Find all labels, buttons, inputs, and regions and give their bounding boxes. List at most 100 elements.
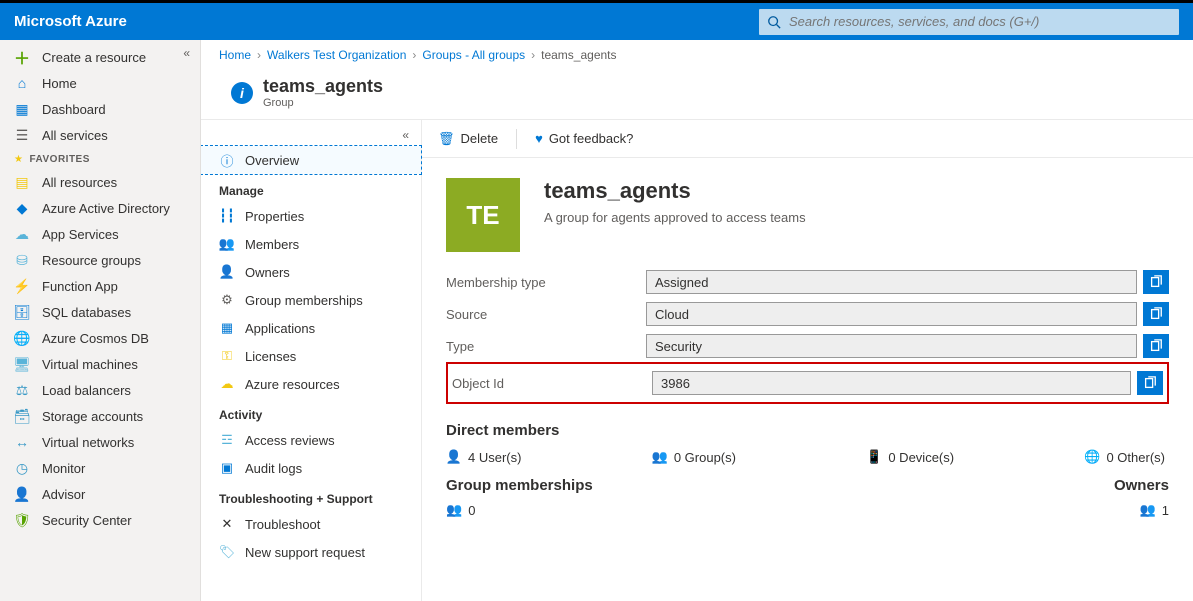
nav-resource-groups[interactable]: ⛁ Resource groups [0, 247, 200, 273]
menu-audit-logs[interactable]: ▣Audit logs [201, 454, 421, 482]
cosmos-icon: 🌐 [14, 330, 30, 346]
support-icon: 🏷 [219, 544, 235, 560]
menu-label: Members [245, 237, 299, 252]
stat-devices[interactable]: 📱0 Device(s) [866, 449, 954, 465]
cloud-icon: ☁ [219, 376, 235, 392]
crumb-org[interactable]: Walkers Test Organization [267, 48, 406, 62]
breadcrumb: Home› Walkers Test Organization› Groups … [201, 40, 1193, 70]
menu-label: Applications [245, 321, 315, 336]
collapse-left-nav[interactable]: « [183, 46, 190, 60]
copy-icon [1149, 307, 1163, 321]
delete-button[interactable]: 🗑Delete [438, 131, 498, 147]
copy-icon [1149, 339, 1163, 353]
cmd-label: Got feedback? [549, 131, 634, 146]
copy-button[interactable] [1143, 302, 1169, 326]
global-search[interactable] [759, 9, 1179, 35]
nav-vm[interactable]: 🖥Virtual machines [0, 351, 200, 377]
nav-storage[interactable]: 🗃 Storage accounts [0, 403, 200, 429]
aad-icon: ◆ [14, 200, 30, 216]
nav-label: Load balancers [42, 383, 131, 398]
user-icon: 👤 [446, 449, 462, 465]
nav-security[interactable]: 🛡Security Center [0, 507, 200, 533]
block-header: Group memberships [446, 477, 593, 494]
menu-group-memberships[interactable]: ⚙Group memberships [201, 286, 421, 314]
menu-label: Licenses [245, 349, 296, 364]
owners-block: Owners 👥1 [1114, 477, 1169, 518]
log-icon: ▣ [219, 460, 235, 476]
nav-function-app[interactable]: ⚡Function App [0, 273, 200, 299]
menu-owners[interactable]: 👤Owners [201, 258, 421, 286]
menu-label: Owners [245, 265, 290, 280]
search-input[interactable] [789, 14, 1171, 29]
storage-icon: 🗃 [14, 408, 30, 424]
nav-all-services[interactable]: ☰ All services [0, 122, 200, 148]
prop-row-membership: Membership type Assigned [446, 266, 1169, 298]
copy-button[interactable] [1143, 270, 1169, 294]
menu-licenses[interactable]: ⚿Licenses [201, 342, 421, 370]
nav-label: Function App [42, 279, 118, 294]
copy-button[interactable] [1143, 334, 1169, 358]
nav-advisor[interactable]: 👤Advisor [0, 481, 200, 507]
home-icon: ⌂ [14, 75, 30, 91]
block-count: 0 [468, 503, 475, 518]
nav-sql[interactable]: 🗄SQL databases [0, 299, 200, 325]
top-bar: Microsoft Azure [0, 0, 1193, 40]
nav-create-resource[interactable]: ＋Create a resource [0, 44, 200, 70]
block-value[interactable]: 👥1 [1114, 502, 1169, 518]
menu-overview[interactable]: ⓘOverview [201, 146, 421, 174]
nav-label: Resource groups [42, 253, 141, 268]
list-icon: ☰ [14, 127, 30, 143]
menu-members[interactable]: 👥Members [201, 230, 421, 258]
prop-label: Object Id [452, 376, 652, 391]
group-name: teams_agents [544, 178, 806, 204]
crumb-home[interactable]: Home [219, 48, 251, 62]
feedback-button[interactable]: ♥Got feedback? [535, 131, 633, 146]
left-nav: « ＋Create a resource ⌂Home ▦Dashboard ☰ A… [0, 40, 201, 601]
prop-row-type: Type Security [446, 330, 1169, 362]
stat-users[interactable]: 👤4 User(s) [446, 449, 521, 465]
nav-label: Create a resource [42, 50, 146, 65]
blade-subtitle: Group [263, 97, 383, 109]
nav-monitor[interactable]: ◷Monitor [0, 455, 200, 481]
stat-others[interactable]: 🌐0 Other(s) [1084, 449, 1165, 465]
stat-groups[interactable]: 👥0 Group(s) [652, 449, 736, 465]
nav-label: Advisor [42, 487, 85, 502]
menu-access-reviews[interactable]: ☲Access reviews [201, 426, 421, 454]
collapse-blade-menu[interactable]: « [201, 128, 421, 146]
nav-cosmos[interactable]: 🌐Azure Cosmos DB [0, 325, 200, 351]
copy-button[interactable] [1137, 371, 1163, 395]
nav-label: All services [42, 128, 108, 143]
nav-all-resources[interactable]: ▤All resources [0, 169, 200, 195]
nav-label: Security Center [42, 513, 132, 528]
menu-applications[interactable]: ▦Applications [201, 314, 421, 342]
menu-properties[interactable]: ┇┇Properties [201, 202, 421, 230]
menu-azure-resources[interactable]: ☁ Azure resources [201, 370, 421, 398]
menu-support[interactable]: 🏷 New support request [201, 538, 421, 566]
menu-label: Azure resources [245, 377, 340, 392]
menu-label: Group memberships [245, 293, 363, 308]
menu-troubleshoot[interactable]: ✕Troubleshoot [201, 510, 421, 538]
grid-icon: ▤ [14, 174, 30, 190]
menu-label: New support request [245, 545, 365, 560]
nav-lb[interactable]: ⚖Load balancers [0, 377, 200, 403]
groups-icon: 👥 [652, 449, 668, 465]
blade-content: 🗑Delete ♥Got feedback? TE teams_agents A… [422, 120, 1193, 601]
blade-header: i teams_agents Group [201, 70, 1193, 119]
vnet-icon: ↔ [14, 434, 30, 450]
nav-aad[interactable]: ◆Azure Active Directory [0, 195, 200, 221]
globe-icon: 🌐 [1084, 449, 1100, 465]
block-value[interactable]: 👥0 [446, 502, 593, 518]
properties-icon: ┇┇ [219, 208, 235, 224]
nav-dashboard[interactable]: ▦Dashboard [0, 96, 200, 122]
star-icon: ★ [14, 154, 23, 165]
nav-home[interactable]: ⌂Home [0, 70, 200, 96]
trash-icon: 🗑 [438, 131, 455, 147]
nav-label: Storage accounts [42, 409, 143, 424]
crumb-groups[interactable]: Groups - All groups [422, 48, 525, 62]
nav-app-services[interactable]: ☁App Services [0, 221, 200, 247]
block-count: 1 [1162, 503, 1169, 518]
stat-label: 0 Device(s) [888, 450, 954, 465]
resourcegroups-icon: ⛁ [14, 252, 30, 268]
group-memberships-block: Group memberships 👥0 [446, 477, 593, 518]
nav-vnet[interactable]: ↔Virtual networks [0, 429, 200, 455]
